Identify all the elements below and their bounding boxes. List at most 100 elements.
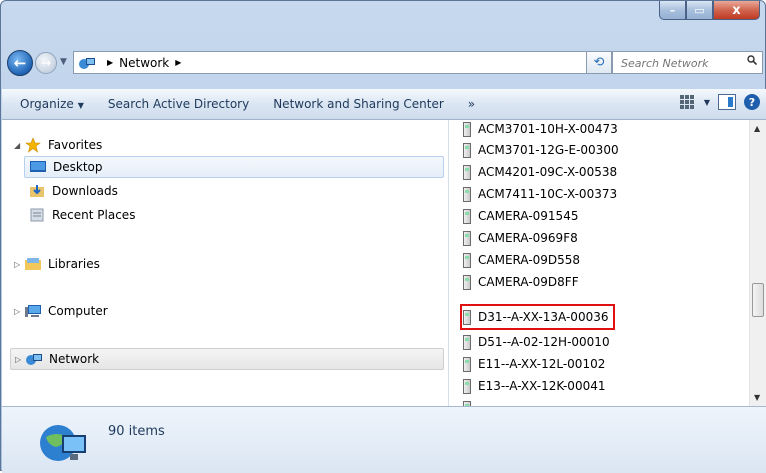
star-icon — [24, 137, 42, 153]
network-device-icon — [463, 274, 471, 290]
organize-label: Organize — [20, 97, 74, 111]
list-item-label: ACM7411-10C-X-00373 — [478, 187, 618, 201]
sidebar-item-label: Recent Places — [52, 208, 136, 222]
list-item-label: CAMERA-091545 — [478, 209, 579, 223]
list-item[interactable]: CAMERA-09D558 — [463, 250, 580, 270]
network-device-icon — [463, 356, 471, 372]
network-icon — [25, 351, 43, 367]
scroll-down-icon[interactable]: ▼ — [754, 393, 760, 402]
downloads-folder-icon — [28, 183, 46, 199]
explorer-window: – ▭ x ← → ▼ ▶ Network ▶ ▼ ⟲ Organize▼ Se… — [0, 0, 766, 473]
highlighted-list-item[interactable]: D31--A-XX-13A-00036 — [459, 304, 616, 330]
list-item[interactable]: E13--A-XX-12K-00041 — [463, 376, 605, 396]
address-bar[interactable]: ▶ Network ▶ ▼ — [73, 51, 604, 74]
list-item-label: CAMERA-09D8FF — [478, 275, 579, 289]
network-device-icon — [463, 309, 471, 325]
organize-menu[interactable]: Organize ▼ — [2, 97, 96, 111]
network-device-icon — [463, 334, 471, 350]
search-box[interactable] — [612, 51, 763, 74]
close-button[interactable]: x — [713, 1, 760, 20]
network-icon — [78, 56, 96, 70]
list-item[interactable]: ACM3701-10H-X-00473 — [463, 120, 618, 139]
network-device-icon — [463, 378, 471, 394]
sidebar-item-label: Computer — [48, 304, 108, 318]
network-device-icon — [463, 164, 471, 180]
help-icon[interactable]: ? — [744, 94, 760, 110]
sidebar-item-computer[interactable]: ▷ Computer — [14, 300, 108, 322]
sidebar-item-network[interactable]: ▷ Network — [10, 348, 444, 370]
list-item-label: E13--A-XX-12K-00041 — [478, 379, 606, 393]
sidebar-item-label: Favorites — [48, 138, 103, 152]
network-device-icon — [463, 252, 471, 268]
network-large-icon — [40, 425, 86, 461]
breadcrumb-separator[interactable]: ▶ — [107, 58, 113, 67]
list-item[interactable]: ACM4201-09C-X-00538 — [463, 162, 617, 182]
network-device-icon — [463, 208, 471, 224]
caption-buttons: – ▭ x — [659, 1, 760, 21]
recent-places-icon — [28, 207, 46, 223]
sidebar-item-desktop[interactable]: Desktop — [24, 156, 444, 178]
scroll-up-icon[interactable]: ▲ — [754, 124, 760, 133]
file-list: ACM3701-10H-X-00473 ACM3701-12G-E-00300 … — [449, 120, 751, 406]
search-icon[interactable] — [747, 55, 757, 65]
list-item[interactable]: E11--A-XX-12L-00102 — [463, 354, 605, 374]
network-sharing-center-button[interactable]: Network and Sharing Center — [261, 97, 456, 111]
list-item[interactable]: D51--A-02-12H-00010 — [463, 332, 610, 352]
command-bar: Organize ▼ Search Active Directory Networ… — [2, 89, 766, 120]
view-controls: ▼ ? — [679, 94, 760, 110]
preview-pane-icon[interactable] — [718, 94, 736, 110]
recent-pages-dropdown[interactable]: ▼ — [60, 57, 67, 67]
network-device-icon — [463, 142, 471, 158]
toolbar-overflow-button[interactable]: » — [456, 97, 487, 111]
list-item[interactable]: CAMERA-09D8FF — [463, 272, 579, 292]
list-item-label: D31--A-XX-13A-00036 — [478, 310, 609, 324]
chevron-down-icon: ▼ — [77, 101, 84, 110]
item-count: 90 items — [108, 424, 165, 439]
list-item-label: ACM3701-12G-E-00300 — [478, 143, 619, 157]
list-item-label: ACM3701-10H-X-00473 — [478, 122, 618, 136]
list-item[interactable]: ACM3701-12G-E-00300 — [463, 140, 619, 160]
collapsed-arrow-icon[interactable]: ▷ — [14, 260, 24, 269]
list-item[interactable]: CAMERA-0969F8 — [463, 228, 578, 248]
list-item-partial[interactable] — [463, 398, 478, 406]
list-item[interactable]: ACM7411-10C-X-00373 — [463, 184, 617, 204]
sidebar-item-label: Downloads — [52, 184, 118, 198]
computer-icon — [24, 303, 42, 319]
change-view-icon[interactable] — [679, 95, 696, 109]
scrollbar-thumb[interactable] — [752, 283, 764, 317]
refresh-button[interactable]: ⟲ — [586, 51, 612, 74]
sidebar-item-label: Desktop — [53, 160, 103, 174]
collapsed-arrow-icon[interactable]: ▷ — [14, 307, 24, 316]
sidebar-item-recent-places[interactable]: Recent Places — [28, 204, 135, 226]
collapsed-arrow-icon[interactable]: ▷ — [15, 355, 25, 364]
list-item-label: ACM4201-09C-X-00538 — [478, 165, 618, 179]
network-device-icon — [463, 121, 471, 137]
sidebar-item-downloads[interactable]: Downloads — [28, 180, 118, 202]
title-bar[interactable]: – ▭ x — [1, 1, 765, 41]
view-dropdown-icon[interactable]: ▼ — [704, 98, 710, 107]
maximize-button[interactable]: ▭ — [686, 1, 713, 20]
forward-button[interactable]: → — [35, 52, 57, 74]
sidebar-item-libraries[interactable]: ▷ Libraries — [14, 253, 100, 275]
list-item-label: D51--A-02-12H-00010 — [478, 335, 610, 349]
details-pane: 90 items — [2, 406, 766, 473]
back-button[interactable]: ← — [7, 50, 33, 76]
vertical-scrollbar[interactable]: ▲ ▼ — [749, 120, 766, 406]
minimize-button[interactable]: – — [659, 1, 686, 20]
libraries-icon — [24, 256, 42, 272]
breadcrumb-separator[interactable]: ▶ — [175, 58, 181, 67]
expanded-arrow-icon[interactable]: ◢ — [14, 141, 24, 150]
list-item-label: E11--A-XX-12L-00102 — [478, 357, 606, 371]
search-input[interactable] — [619, 54, 733, 72]
desktop-icon — [29, 159, 47, 175]
search-active-directory-button[interactable]: Search Active Directory — [96, 97, 261, 111]
list-item[interactable]: CAMERA-091545 — [463, 206, 578, 226]
navigation-pane: ◢ Favorites Desktop Downloads Recent Pla… — [2, 120, 449, 406]
network-device-icon — [463, 230, 471, 246]
content-area: ◢ Favorites Desktop Downloads Recent Pla… — [2, 120, 766, 406]
list-item-label: CAMERA-0969F8 — [478, 231, 578, 245]
sidebar-item-favorites[interactable]: ◢ Favorites — [14, 134, 102, 156]
sidebar-item-label: Libraries — [48, 257, 100, 271]
breadcrumb-network[interactable]: Network — [119, 56, 169, 70]
sidebar-item-label: Network — [49, 352, 100, 366]
